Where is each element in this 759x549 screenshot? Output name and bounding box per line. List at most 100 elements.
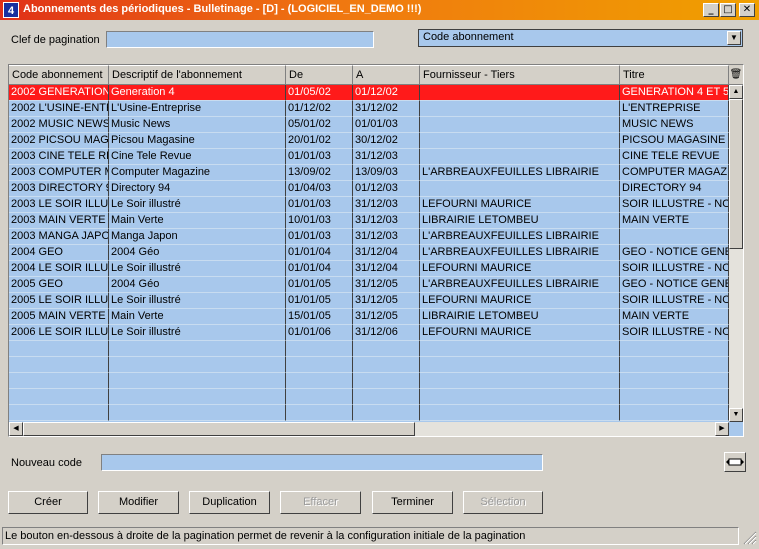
cell-description: Manga Japon bbox=[109, 229, 286, 245]
table-row[interactable]: 2005 GEO 2004 Géo 01/01/05 31/12/05 L'ARBREA… bbox=[9, 277, 729, 293]
cell-code bbox=[9, 373, 109, 389]
table-row[interactable] bbox=[9, 341, 729, 357]
cell-supplier: L'ARBREAUXFEUILLES LIBRAIRIE bbox=[420, 229, 620, 245]
cell-from: 01/01/04 bbox=[286, 245, 353, 261]
cell-code bbox=[9, 389, 109, 405]
scroll-right-icon[interactable]: ▶ bbox=[715, 422, 729, 436]
cell-to: 31/12/05 bbox=[353, 277, 420, 293]
cell-title bbox=[620, 229, 729, 245]
table-row[interactable]: 2002 GENERATION Generation 4 01/05/02 01/12… bbox=[9, 85, 729, 101]
cell-code: 2003 CINE TELE RE bbox=[9, 149, 109, 165]
cell-supplier: LIBRAIRIE LETOMBEU bbox=[420, 309, 620, 325]
column-header-supplier[interactable]: Fournisseur - Tiers bbox=[420, 65, 620, 85]
cell-from bbox=[286, 373, 353, 389]
cell-title: SOIR ILLUSTRE - NOTICE bbox=[620, 197, 729, 213]
cell-description bbox=[109, 357, 286, 373]
chevron-down-icon[interactable]: ▼ bbox=[727, 31, 741, 45]
table-row[interactable]: 2004 LE SOIR ILLUS Le Soir illustré 01/01/… bbox=[9, 261, 729, 277]
cell-description bbox=[109, 405, 286, 421]
subscriptions-table[interactable]: Code abonnement Descriptif de l'abonneme… bbox=[8, 64, 744, 437]
horizontal-scroll-thumb[interactable] bbox=[23, 422, 415, 436]
cell-to: 31/12/05 bbox=[353, 309, 420, 325]
cell-title: GEO - NOTICE GENERALE bbox=[620, 277, 729, 293]
cell-to: 31/12/03 bbox=[353, 197, 420, 213]
pagination-key-input[interactable] bbox=[106, 31, 374, 48]
column-header-code[interactable]: Code abonnement bbox=[9, 65, 109, 85]
horizontal-scrollbar[interactable]: ◀ ▶ bbox=[9, 422, 729, 436]
cell-description: Le Soir illustré bbox=[109, 197, 286, 213]
cell-title: COMPUTER MAGAZINE bbox=[620, 165, 729, 181]
scroll-up-icon[interactable]: ▲ bbox=[729, 85, 743, 99]
table-row[interactable]: 2005 MAIN VERTE Main Verte 15/01/05 31/12/0… bbox=[9, 309, 729, 325]
table-row[interactable] bbox=[9, 373, 729, 389]
table-row[interactable]: 2003 MAIN VERTE Main Verte 10/01/03 31/12/0… bbox=[9, 213, 729, 229]
cell-to: 01/01/03 bbox=[353, 117, 420, 133]
table-row[interactable]: 2002 MUSIC NEWS Music News 05/01/02 01/01/0… bbox=[9, 117, 729, 133]
table-row[interactable]: 2004 GEO 2004 Géo 01/01/04 31/12/04 L'ARBREA… bbox=[9, 245, 729, 261]
table-row[interactable]: 2003 LE SOIR ILLUS Le Soir illustré 01/01/… bbox=[9, 197, 729, 213]
app-icon[interactable]: 4 bbox=[3, 2, 19, 18]
cell-description: Generation 4 bbox=[109, 85, 286, 101]
reset-pagination-button[interactable] bbox=[724, 452, 746, 472]
cell-title: MAIN VERTE bbox=[620, 309, 729, 325]
minimize-button[interactable]: _ bbox=[703, 3, 719, 17]
scroll-left-icon[interactable]: ◀ bbox=[9, 422, 23, 436]
create-button[interactable]: Créer bbox=[8, 491, 88, 514]
vertical-scrollbar[interactable]: ▲ ▼ bbox=[729, 85, 743, 422]
cell-code: 2005 GEO bbox=[9, 277, 109, 293]
cell-from: 01/04/03 bbox=[286, 181, 353, 197]
delete-button[interactable]: Effacer bbox=[280, 491, 361, 514]
vertical-scroll-thumb[interactable] bbox=[729, 99, 743, 249]
column-header-to[interactable]: A bbox=[353, 65, 420, 85]
close-button[interactable]: ✕ bbox=[739, 3, 755, 17]
cell-title: SOIR ILLUSTRE - NOTICE bbox=[620, 293, 729, 309]
selection-button[interactable]: Sélection bbox=[463, 491, 543, 514]
table-row[interactable]: 2002 L'USINE-ENTR L'Usine-Entreprise 01/12… bbox=[9, 101, 729, 117]
finish-button[interactable]: Terminer bbox=[372, 491, 453, 514]
cell-to: 01/12/03 bbox=[353, 181, 420, 197]
cell-description: Main Verte bbox=[109, 213, 286, 229]
column-header-title[interactable]: Titre bbox=[620, 65, 729, 85]
cell-description: 2004 Géo bbox=[109, 245, 286, 261]
resize-grip-icon[interactable] bbox=[741, 529, 757, 545]
cell-code: 2003 DIRECTORY 94 bbox=[9, 181, 109, 197]
new-code-input[interactable] bbox=[101, 454, 543, 471]
table-row[interactable] bbox=[9, 389, 729, 405]
table-row[interactable]: 2003 COMPUTER M Computer Magazine 13/09/02… bbox=[9, 165, 729, 181]
cell-from bbox=[286, 389, 353, 405]
sort-order-select[interactable]: Code abonnement ▼ bbox=[418, 29, 743, 47]
cell-to bbox=[353, 373, 420, 389]
cell-to: 31/12/03 bbox=[353, 229, 420, 245]
table-row[interactable] bbox=[9, 357, 729, 373]
cell-description: Main Verte bbox=[109, 309, 286, 325]
cell-supplier: LEFOURNI MAURICE bbox=[420, 197, 620, 213]
cell-supplier: L'ARBREAUXFEUILLES LIBRAIRIE bbox=[420, 165, 620, 181]
cell-from: 10/01/03 bbox=[286, 213, 353, 229]
table-row[interactable] bbox=[9, 405, 729, 421]
duplicate-button[interactable]: Duplication bbox=[189, 491, 270, 514]
cell-title: PICSOU MAGASINE bbox=[620, 133, 729, 149]
cell-to: 31/12/02 bbox=[353, 101, 420, 117]
window-title: Abonnements des périodiques - Bulletinag… bbox=[23, 3, 422, 15]
modify-button[interactable]: Modifier bbox=[98, 491, 179, 514]
cell-description: Music News bbox=[109, 117, 286, 133]
scroll-down-icon[interactable]: ▼ bbox=[729, 408, 743, 422]
column-header-description[interactable]: Descriptif de l'abonnement bbox=[109, 65, 286, 85]
table-row[interactable]: 2006 LE SOIR ILLUS Le Soir illustré 01/01/… bbox=[9, 325, 729, 341]
cell-from bbox=[286, 357, 353, 373]
table-row[interactable]: 2002 PICSOU MAGA Picsou Magasine 20/01/02 3… bbox=[9, 133, 729, 149]
cell-code: 2003 MAIN VERTE bbox=[9, 213, 109, 229]
cell-code bbox=[9, 357, 109, 373]
table-row[interactable]: 2003 DIRECTORY 94 Directory 94 01/04/03 01/… bbox=[9, 181, 729, 197]
maximize-button[interactable]: □ bbox=[720, 3, 736, 17]
cell-supplier bbox=[420, 117, 620, 133]
trash-icon[interactable]: 🗑 bbox=[729, 65, 743, 85]
table-header: Code abonnement Descriptif de l'abonneme… bbox=[9, 65, 729, 85]
table-row[interactable]: 2005 LE SOIR ILLUS Le Soir illustré 01/01/… bbox=[9, 293, 729, 309]
table-row[interactable]: 2003 CINE TELE RE Cine Tele Revue 01/01/03… bbox=[9, 149, 729, 165]
column-header-from[interactable]: De bbox=[286, 65, 353, 85]
cell-from: 01/01/03 bbox=[286, 149, 353, 165]
cell-code: 2002 MUSIC NEWS bbox=[9, 117, 109, 133]
cell-from: 01/01/03 bbox=[286, 229, 353, 245]
table-row[interactable]: 2003 MANGA JAPON Manga Japon 01/01/03 31/12… bbox=[9, 229, 729, 245]
